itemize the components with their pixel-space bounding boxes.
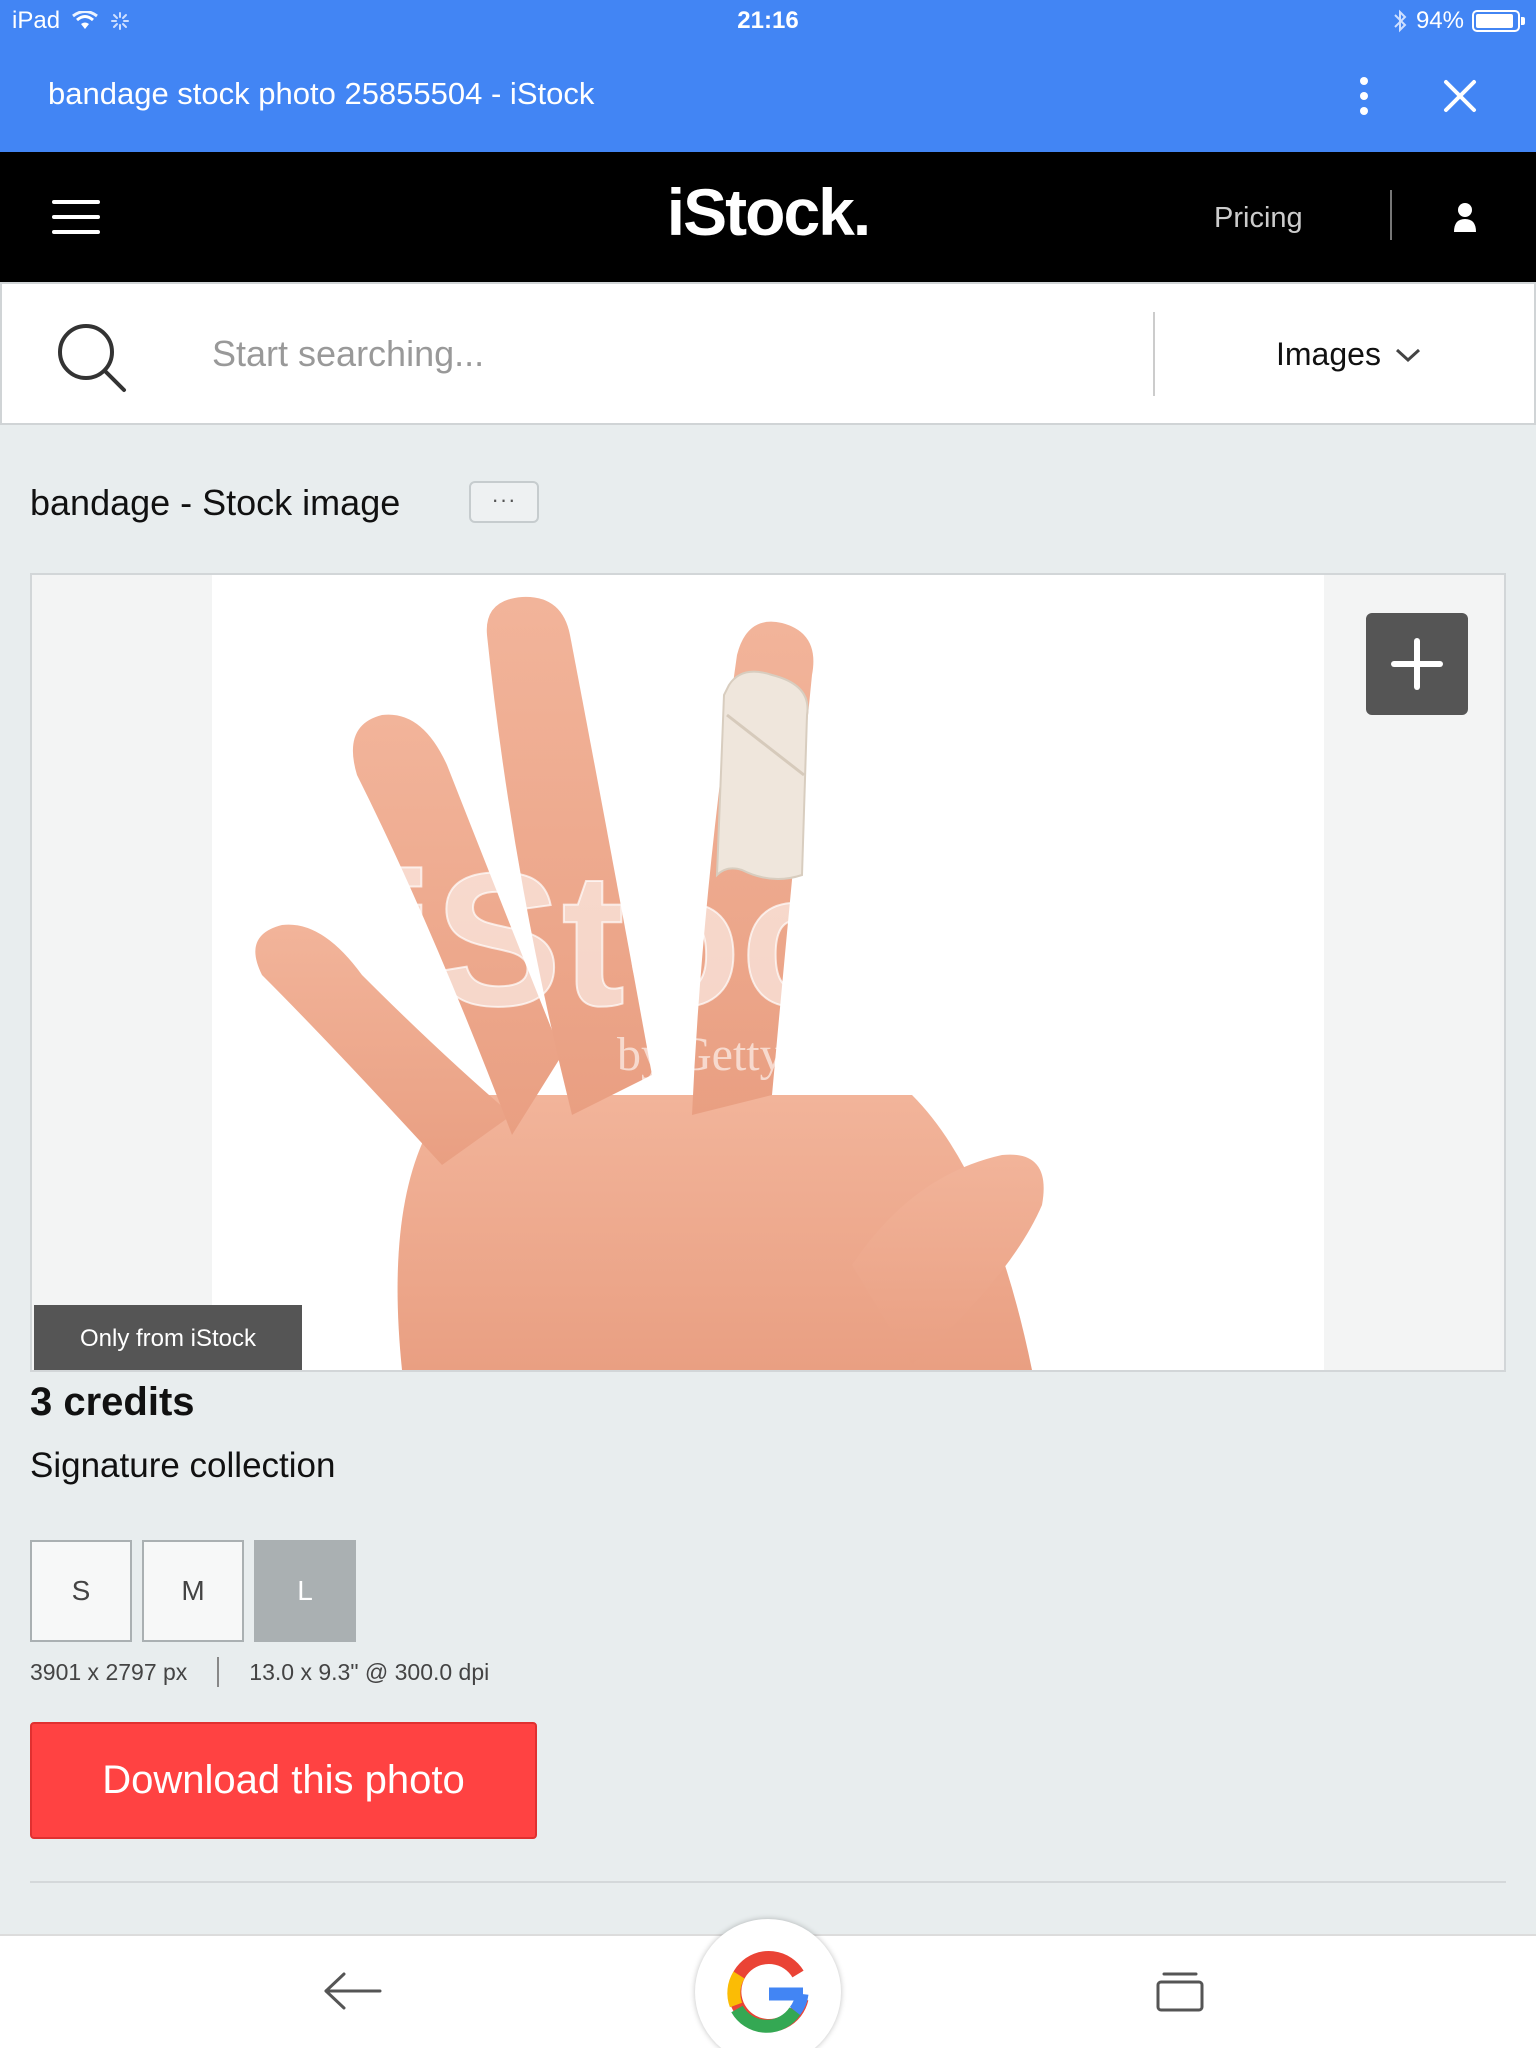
page-title: bandage - Stock image [30, 482, 401, 523]
status-right: 94% [1392, 7, 1525, 35]
status-time: 21:16 [737, 7, 799, 34]
search-scope-dropdown[interactable]: Images [1276, 336, 1421, 373]
size-option-l[interactable]: L [254, 1540, 356, 1642]
search-input[interactable] [212, 324, 1112, 384]
credits-price: 3 credits [30, 1380, 195, 1424]
size-option-m[interactable]: M [142, 1540, 244, 1642]
chevron-down-icon [1395, 348, 1420, 362]
watermark-main: iStock. [382, 834, 1005, 1046]
size-details: 3901 x 2797 px 13.0 x 9.3" @ 300.0 dpi [30, 1657, 489, 1687]
size-option-s[interactable]: S [30, 1540, 132, 1642]
watermark-sub: by Getty Images [617, 1028, 934, 1081]
close-icon[interactable] [1436, 72, 1484, 120]
battery-fill [1476, 14, 1514, 28]
more-vert-icon[interactable] [1340, 72, 1388, 120]
search-divider [1153, 312, 1155, 396]
pixel-dimensions: 3901 x 2797 px [30, 1658, 188, 1685]
print-dimensions: 13.0 x 9.3" @ 300.0 dpi [249, 1658, 490, 1685]
istock-logo[interactable]: iStock. [0, 174, 1536, 250]
search-scope-label: Images [1276, 336, 1381, 372]
divider [30, 1881, 1506, 1883]
collection-label: Signature collection [30, 1446, 336, 1485]
dims-divider [217, 1657, 220, 1687]
battery-icon [1472, 10, 1525, 32]
back-arrow-icon[interactable] [322, 1966, 384, 2016]
download-button[interactable]: Download this photo [30, 1722, 537, 1839]
status-bar: iPad 21:16 94% [0, 0, 1536, 40]
site-header: iStock. Pricing [0, 152, 1536, 282]
stock-photo[interactable]: iStock. by Getty Images TM [212, 575, 1324, 1370]
browser-page-title: bandage stock photo 25855504 - iStock [48, 76, 595, 111]
google-g-icon [727, 1951, 809, 2033]
more-options-button[interactable]: ··· [469, 481, 539, 523]
browser-title-bar: bandage stock photo 25855504 - iStock [0, 40, 1536, 152]
plus-icon [1391, 638, 1443, 690]
nav-divider [1390, 190, 1392, 240]
battery-percent: 94% [1415, 7, 1464, 34]
user-icon[interactable] [1450, 200, 1480, 234]
search-icon[interactable] [52, 318, 132, 398]
image-preview: iStock. by Getty Images TM Only from iSt… [30, 573, 1506, 1372]
pricing-link[interactable]: Pricing [1214, 202, 1303, 235]
watermark-tm: TM [1058, 1028, 1081, 1045]
search-bar: Images [0, 282, 1536, 425]
google-search-button[interactable] [695, 1919, 841, 2048]
bluetooth-icon [1394, 9, 1407, 33]
exclusive-badge: Only from iStock [34, 1305, 302, 1370]
add-to-board-button[interactable] [1366, 613, 1468, 715]
tabs-icon[interactable] [1156, 1970, 1204, 2014]
